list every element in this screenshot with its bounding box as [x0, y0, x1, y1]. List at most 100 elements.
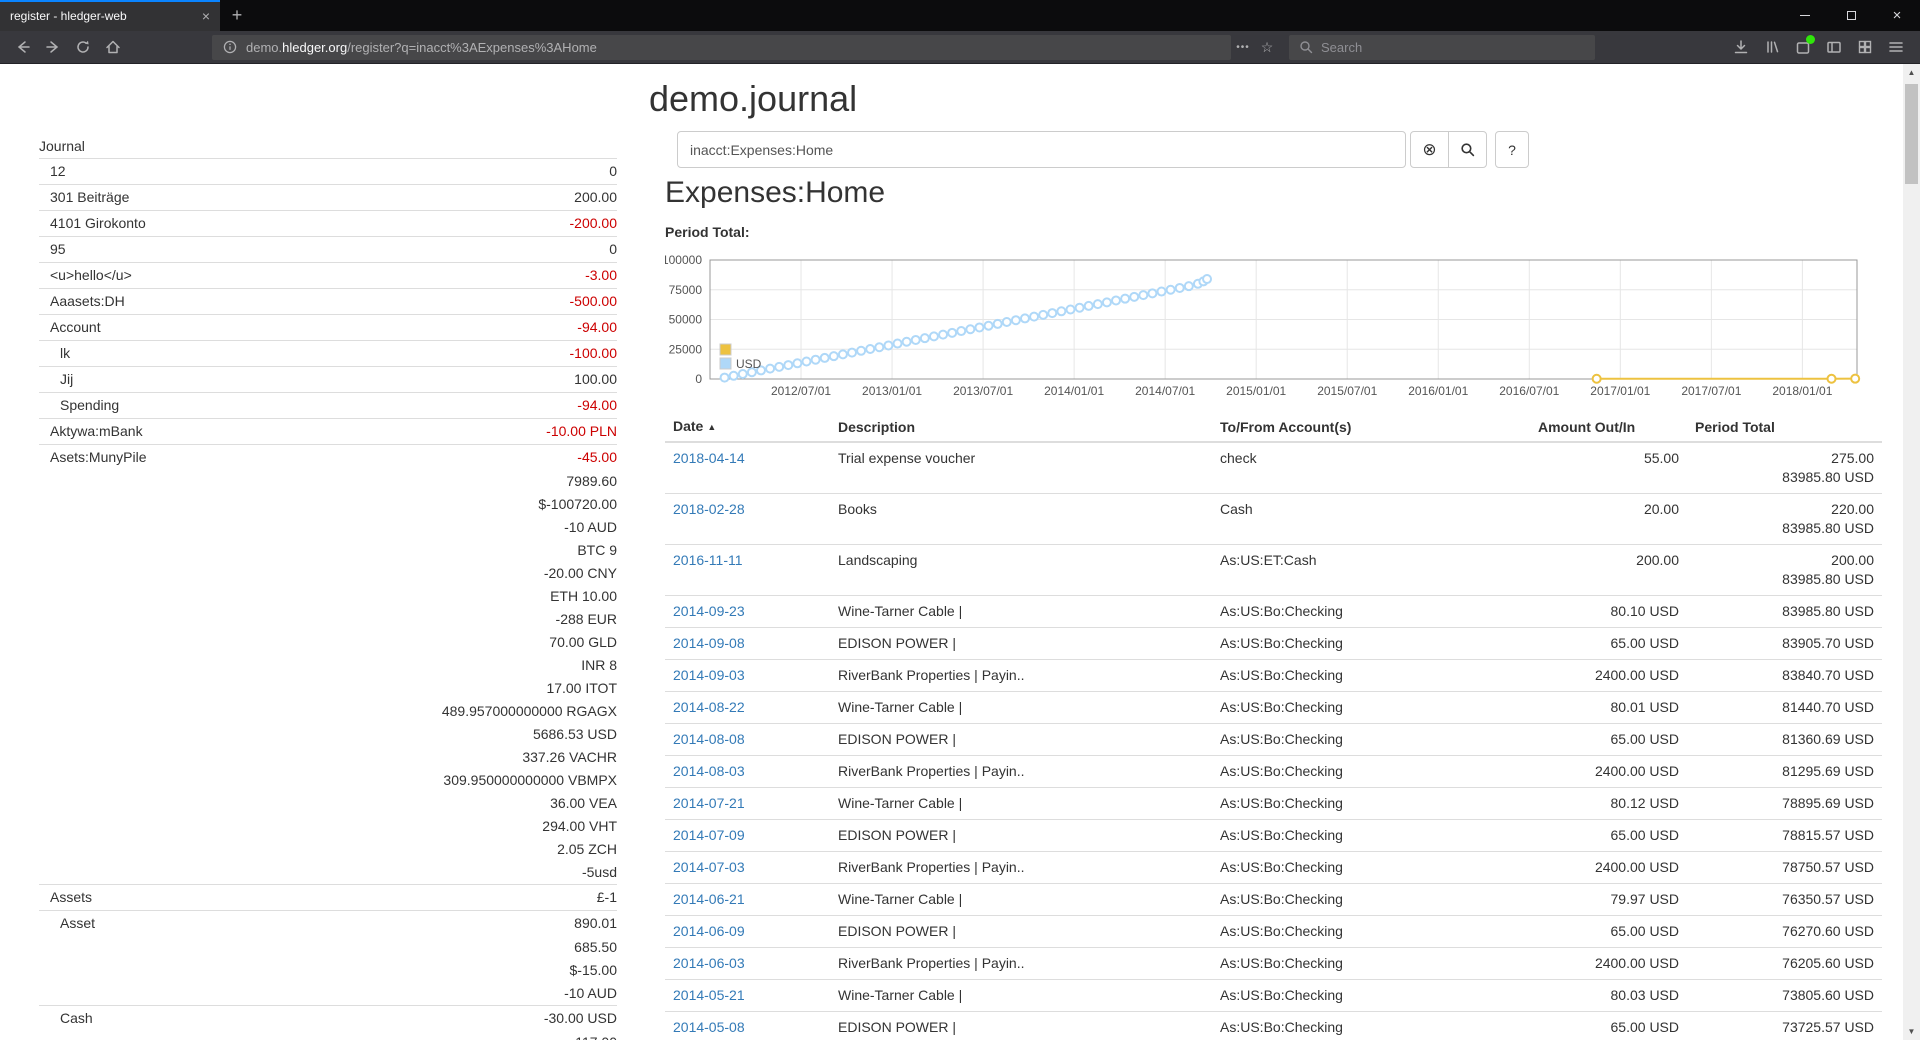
page-scrollbar[interactable]: ▲ ▼ [1903, 64, 1920, 1040]
browser-tab[interactable]: register - hledger-web × [0, 0, 220, 31]
balance-amount: -500.00 [570, 290, 617, 313]
transaction-date-link[interactable]: 2014-05-21 [673, 987, 745, 1003]
scroll-down-icon[interactable]: ▼ [1903, 1023, 1920, 1040]
account-link[interactable]: Aktywa:mBank [39, 420, 143, 443]
transaction-date-link[interactable]: 2014-06-21 [673, 891, 745, 907]
clear-query-button[interactable]: ⊗ [1410, 131, 1449, 168]
scrollbar-thumb[interactable] [1905, 84, 1918, 184]
transaction-account: Cash [1212, 494, 1530, 545]
account-link[interactable]: 12 [39, 160, 66, 183]
account-link[interactable]: Asset [39, 912, 95, 935]
account-link[interactable]: Spending [39, 394, 119, 417]
account-link[interactable]: Assets [39, 886, 92, 909]
transaction-date-link[interactable]: 2014-07-09 [673, 827, 745, 843]
account-link[interactable]: 4101 Girokonto [39, 212, 146, 235]
transaction-date-cell: 2014-06-09 [665, 916, 830, 948]
register-row: 2014-08-03RiverBank Properties | Payin..… [665, 756, 1882, 788]
register-row: 2014-05-21Wine-Tarner Cable |As:US:Bo:Ch… [665, 980, 1882, 1012]
account-link[interactable]: 301 Beiträge [39, 186, 129, 209]
tab-close-icon[interactable]: × [202, 8, 210, 24]
account-balance: 890.01 [574, 912, 617, 935]
downloads-button[interactable] [1729, 35, 1753, 59]
transaction-amount: 2400.00 USD [1530, 948, 1687, 980]
chart-data-point [957, 327, 965, 335]
home-button[interactable] [98, 34, 128, 60]
forward-button[interactable] [38, 34, 68, 60]
menu-button[interactable] [1884, 35, 1908, 59]
search-submit-button[interactable] [1448, 131, 1487, 168]
transaction-date-cell: 2018-02-28 [665, 494, 830, 545]
reload-button[interactable] [68, 34, 98, 60]
apps-button[interactable] [1853, 35, 1877, 59]
transaction-date-link[interactable]: 2016-11-11 [673, 552, 743, 568]
scroll-up-icon[interactable]: ▲ [1903, 64, 1920, 81]
close-button[interactable]: × [1874, 0, 1920, 31]
browser-search-field[interactable]: Search [1289, 35, 1595, 60]
page-actions-icon[interactable]: ••• [1231, 42, 1255, 53]
register-heading: Expenses:Home [665, 174, 1882, 212]
chart-legend-swatch [720, 344, 731, 355]
balance-amount: 17.00 ITOT [442, 677, 617, 700]
minimize-button[interactable] [1782, 0, 1828, 31]
chart-data-point [975, 323, 983, 331]
account-balance: -10.00 PLN [546, 420, 617, 443]
sidebar-account-row: Asets:MunyPile-45.00 [39, 444, 617, 470]
sidebar-account-row: 950 [39, 236, 617, 262]
account-link[interactable]: Account [39, 316, 101, 339]
balance-amount: -10 AUD [564, 982, 617, 1005]
bookmark-star-icon[interactable]: ☆ [1255, 39, 1279, 56]
sidebars-button[interactable] [1822, 35, 1846, 59]
register-row: 2014-07-09EDISON POWER |As:US:Bo:Checkin… [665, 820, 1882, 852]
register-row: 2014-07-03RiverBank Properties | Payin..… [665, 852, 1882, 884]
transaction-date-link[interactable]: 2014-06-09 [673, 923, 745, 939]
account-link[interactable]: Jij [39, 368, 73, 391]
library-button[interactable] [1760, 35, 1784, 59]
transaction-date-link[interactable]: 2014-08-03 [673, 763, 745, 779]
transaction-date-link[interactable]: 2014-09-23 [673, 603, 745, 619]
transaction-date-link[interactable]: 2014-08-22 [673, 699, 745, 715]
sidebar-icon [1825, 38, 1843, 56]
balance-amount: 685.50 [564, 936, 617, 959]
transaction-date-cell: 2014-09-03 [665, 660, 830, 692]
query-input[interactable] [677, 131, 1406, 168]
site-info-icon[interactable] [222, 39, 238, 55]
transaction-date-link[interactable]: 2014-06-03 [673, 955, 745, 971]
transaction-date-link[interactable]: 2014-07-03 [673, 859, 745, 875]
account-link[interactable]: <u>hello</u> [39, 264, 132, 287]
register-row: 2018-04-14Trial expense vouchercheck55.0… [665, 442, 1882, 494]
back-button[interactable] [8, 34, 38, 60]
chart-x-tick-label: 2016/01/01 [1408, 384, 1468, 398]
chart-x-tick-label: 2017/07/01 [1681, 384, 1741, 398]
transaction-amount: 20.00 [1530, 494, 1687, 545]
transaction-date-cell: 2016-11-11 [665, 545, 830, 596]
toolbar-icons [1729, 35, 1912, 59]
transaction-date-link[interactable]: 2014-05-08 [673, 1019, 745, 1035]
search-icon [1299, 40, 1313, 54]
transaction-date-link[interactable]: 2014-08-08 [673, 731, 745, 747]
column-header-date[interactable]: Date▲ [665, 413, 830, 442]
journal-link[interactable]: Journal [39, 136, 617, 156]
transaction-amount: 65.00 USD [1530, 724, 1687, 756]
transaction-date-link[interactable]: 2014-07-21 [673, 795, 745, 811]
account-link[interactable]: Cash [39, 1007, 93, 1030]
transaction-date-link[interactable]: 2014-09-08 [673, 635, 745, 651]
chart-data-point [821, 354, 829, 362]
account-link[interactable]: 95 [39, 238, 66, 261]
extension-button[interactable] [1791, 35, 1815, 59]
account-link[interactable]: Aaasets:DH [39, 290, 125, 313]
url-bar[interactable]: demo.hledger.org/register?q=inacct%3AExp… [212, 35, 1231, 60]
transaction-date-link[interactable]: 2018-02-28 [673, 501, 745, 517]
query-form: ⊗ ? [677, 131, 1882, 168]
account-link[interactable]: Asets:MunyPile [39, 446, 146, 469]
chart-x-tick-label: 2012/07/01 [771, 384, 831, 398]
register-row: 2014-05-08EDISON POWER |As:US:Bo:Checkin… [665, 1012, 1882, 1040]
transaction-date-cell: 2014-08-22 [665, 692, 830, 724]
new-tab-button[interactable]: + [220, 0, 254, 31]
chart-data-point [1066, 306, 1074, 314]
grid-icon [1856, 38, 1874, 56]
maximize-button[interactable] [1828, 0, 1874, 31]
transaction-date-link[interactable]: 2018-04-14 [673, 450, 745, 466]
account-link[interactable]: lk [39, 342, 70, 365]
transaction-date-link[interactable]: 2014-09-03 [673, 667, 745, 683]
help-button[interactable]: ? [1495, 131, 1529, 168]
